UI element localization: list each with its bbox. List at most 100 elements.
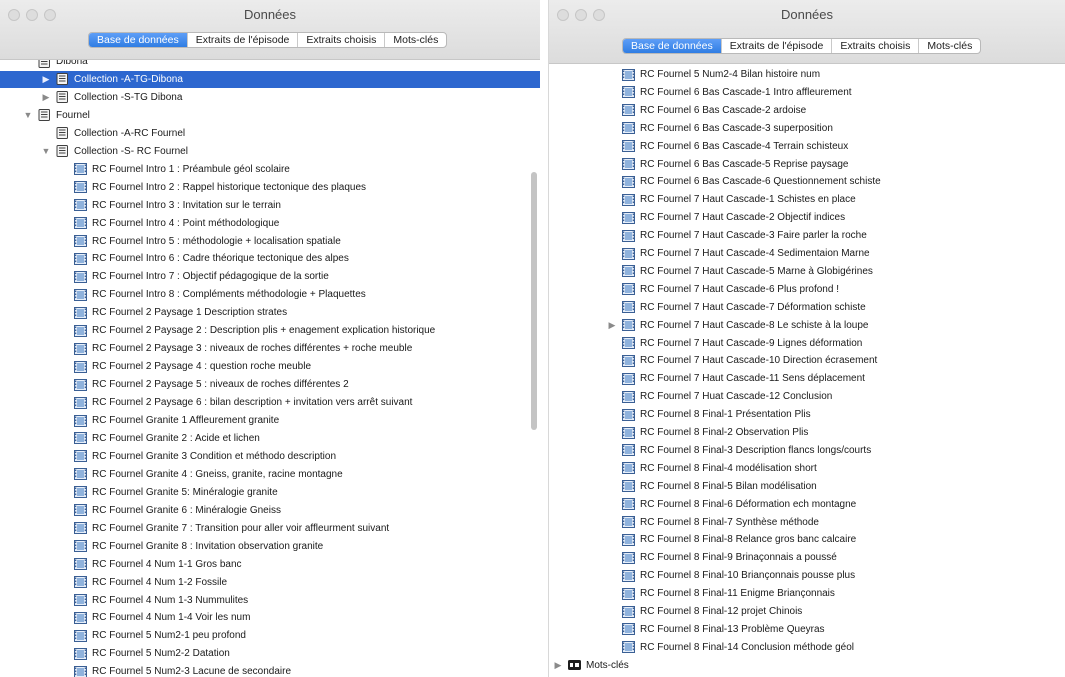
clip-row[interactable]: RC Fournel 7 Haut Cascade-11 Sens déplac… — [549, 370, 1065, 387]
scrollbar[interactable] — [531, 172, 537, 430]
clip-row[interactable]: RC Fournel 7 Haut Cascade-10 Direction é… — [549, 352, 1065, 369]
clip-row[interactable]: RC Fournel 8 Final-4 modélisation short — [549, 460, 1065, 477]
clip-row[interactable]: RC Fournel Intro 2 : Rappel historique t… — [0, 179, 540, 196]
row-label: RC Fournel 7 Haut Cascade-3 Faire parler… — [640, 230, 867, 242]
clip-row[interactable]: RC Fournel 8 Final-1 Présentation Plis — [549, 406, 1065, 423]
disclosure-expanded-icon[interactable]: ▼ — [22, 109, 34, 121]
clip-row[interactable]: RC Fournel 4 Num 1-3 Nummulites — [0, 592, 540, 609]
disclosure-collapsed-icon[interactable]: ▶ — [40, 73, 52, 85]
clip-row[interactable]: RC Fournel 8 Final-10 Briançonnais pouss… — [549, 567, 1065, 584]
clip-row[interactable]: RC Fournel 8 Final-13 Problème Queyras — [549, 621, 1065, 638]
clip-row[interactable]: RC Fournel 5 Num2-2 Datation — [0, 645, 540, 662]
clip-row[interactable]: RC Fournel Granite 5: Minéralogie granit… — [0, 484, 540, 501]
row-label: Collection -A-RC Fournel — [74, 127, 186, 139]
disclosure-collapsed-icon[interactable]: ▶ — [552, 659, 564, 671]
clip-row[interactable]: RC Fournel 2 Paysage 3 : niveaux de roch… — [0, 340, 540, 357]
tree-row-collection-s-rc-fournel[interactable]: ▼ Collection -S- RC Fournel — [0, 143, 540, 160]
clip-row[interactable]: RC Fournel 6 Bas Cascade-6 Questionnemen… — [549, 173, 1065, 190]
film-icon — [622, 569, 635, 582]
clip-row[interactable]: RC Fournel 6 Bas Cascade-4 Terrain schis… — [549, 138, 1065, 155]
tree-row-collection-s-tg-dibona[interactable]: ▶ Collection -S-TG Dibona — [0, 89, 540, 106]
database-outline[interactable]: Dibona ▶ Collection -A-TG-Dibona ▶ Collectio… — [0, 60, 540, 677]
tab-mots-cles[interactable]: Mots-clés — [919, 39, 980, 53]
clip-row[interactable]: RC Fournel Intro 3 : Invitation sur le t… — [0, 197, 540, 214]
tree-row-fournel[interactable]: ▼ Fournel — [0, 107, 540, 124]
row-label: RC Fournel 6 Bas Cascade-1 Intro affleur… — [640, 86, 852, 98]
clip-row[interactable]: RC Fournel 5 Num2-3 Lacune de secondaire — [0, 663, 540, 677]
clip-row[interactable]: RC Fournel 8 Final-12 projet Chinois — [549, 603, 1065, 620]
clip-row[interactable]: RC Fournel Granite 7 : Transition pour a… — [0, 520, 540, 537]
clip-row[interactable]: RC Fournel 8 Final-6 Déformation ech mon… — [549, 496, 1065, 513]
clip-row[interactable]: RC Fournel 8 Final-5 Bilan modélisation — [549, 478, 1065, 495]
clip-row[interactable]: RC Fournel 6 Bas Cascade-5 Reprise paysa… — [549, 156, 1065, 173]
clip-row[interactable]: RC Fournel 7 Haut Cascade-5 Marne à Glob… — [549, 263, 1065, 280]
clip-row[interactable]: RC Fournel 4 Num 1-4 Voir les num — [0, 609, 540, 626]
clip-row[interactable]: RC Fournel Granite 2 : Acide et lichen — [0, 430, 540, 447]
clip-row[interactable]: RC Fournel 6 Bas Cascade-2 ardoise — [549, 102, 1065, 119]
title-bar[interactable]: Données Base de données Extraits de l'épi… — [0, 0, 540, 60]
clip-row[interactable]: RC Fournel Intro 4 : Point méthodologiqu… — [0, 215, 540, 232]
clip-row[interactable]: RC Fournel Granite 6 : Minéralogie Gneis… — [0, 502, 540, 519]
clip-row[interactable]: RC Fournel 6 Bas Cascade-1 Intro affleur… — [549, 84, 1065, 101]
tab-mots-cles[interactable]: Mots-clés — [385, 33, 446, 47]
clip-row[interactable]: RC Fournel 2 Paysage 2 : Description pli… — [0, 322, 540, 339]
film-icon — [622, 283, 635, 296]
tab-base-de-donnees[interactable]: Base de données — [89, 33, 188, 47]
clip-row[interactable]: RC Fournel Granite 4 : Gneiss, granite, … — [0, 466, 540, 483]
tab-extraits-de-l-episode[interactable]: Extraits de l'épisode — [188, 33, 299, 47]
clip-row[interactable]: RC Fournel 4 Num 1-2 Fossile — [0, 574, 540, 591]
clip-row[interactable]: RC Fournel 7 Huat Cascade-12 Conclusion — [549, 388, 1065, 405]
tab-extraits-de-l-episode[interactable]: Extraits de l'épisode — [722, 39, 833, 53]
clip-row[interactable]: RC Fournel 2 Paysage 6 : bilan descripti… — [0, 394, 540, 411]
clip-row[interactable]: RC Fournel 7 Haut Cascade-6 Plus profond… — [549, 281, 1065, 298]
clip-row[interactable]: RC Fournel 2 Paysage 1 Description strat… — [0, 304, 540, 321]
clip-row[interactable]: RC Fournel 2 Paysage 4 : question roche … — [0, 358, 540, 375]
clip-row[interactable]: RC Fournel 2 Paysage 5 : niveaux de roch… — [0, 376, 540, 393]
clip-row[interactable]: RC Fournel Intro 7 : Objectif pédagogiqu… — [0, 268, 540, 285]
clip-row[interactable]: RC Fournel Intro 5 : méthodologie + loca… — [0, 233, 540, 250]
clip-row[interactable]: RC Fournel 8 Final-2 Observation Plis — [549, 424, 1065, 441]
title-bar[interactable]: Données Base de données Extraits de l'épi… — [549, 0, 1065, 64]
clip-row[interactable]: RC Fournel 5 Num2-1 peu profond — [0, 627, 540, 644]
clip-row[interactable]: ▶ RC Fournel 7 Haut Cascade-8 Le schiste … — [549, 317, 1065, 334]
clip-row[interactable]: RC Fournel 4 Num 1-1 Gros banc — [0, 556, 540, 573]
database-outline[interactable]: RC Fournel 5 Num2-4 Bilan histoire num RC… — [549, 64, 1065, 677]
row-label: RC Fournel 6 Bas Cascade-6 Questionnemen… — [640, 176, 881, 188]
clip-row[interactable]: RC Fournel 8 Final-8 Relance gros banc c… — [549, 531, 1065, 548]
clip-row[interactable]: RC Fournel 7 Haut Cascade-9 Lignes défor… — [549, 335, 1065, 352]
clip-row[interactable]: RC Fournel 8 Final-11 Enigme Briançonnai… — [549, 585, 1065, 602]
clip-row[interactable]: RC Fournel Granite 8 : Invitation observ… — [0, 538, 540, 555]
tab-extraits-choisis[interactable]: Extraits choisis — [832, 39, 920, 53]
clip-row[interactable]: RC Fournel 7 Haut Cascade-4 Sedimentaion… — [549, 245, 1065, 262]
clip-row[interactable]: RC Fournel 7 Haut Cascade-7 Déformation … — [549, 299, 1065, 316]
disclosure-collapsed-icon[interactable]: ▶ — [40, 91, 52, 103]
clip-row[interactable]: RC Fournel Granite 1 Affleurement granit… — [0, 412, 540, 429]
clip-row[interactable]: RC Fournel 8 Final-9 Brinaçonnais a pous… — [549, 549, 1065, 566]
clip-row[interactable]: RC Fournel 7 Haut Cascade-3 Faire parler… — [549, 227, 1065, 244]
clip-row[interactable]: RC Fournel 8 Final-7 Synthèse méthode — [549, 514, 1065, 531]
clip-row[interactable]: RC Fournel 6 Bas Cascade-3 superposition — [549, 120, 1065, 137]
clip-row[interactable]: RC Fournel Granite 3 Condition et méthod… — [0, 448, 540, 465]
clip-row[interactable]: RC Fournel Intro 8 : Compléments méthodo… — [0, 286, 540, 303]
tab-extraits-choisis[interactable]: Extraits choisis — [298, 33, 386, 47]
tree-row-collection-a-rc-fournel[interactable]: Collection -A-RC Fournel — [0, 125, 540, 142]
disclosure-expanded-icon[interactable]: ▼ — [40, 145, 52, 157]
clip-row[interactable]: RC Fournel Intro 1 : Préambule géol scol… — [0, 161, 540, 178]
tab-base-de-donnees[interactable]: Base de données — [623, 39, 722, 53]
film-icon — [622, 426, 635, 439]
tree-row-dibona[interactable]: Dibona — [0, 60, 540, 70]
clip-row[interactable]: RC Fournel 7 Haut Cascade-2 Objectif ind… — [549, 209, 1065, 226]
disclosure-collapsed-icon[interactable]: ▶ — [606, 319, 618, 331]
tree-row-collection-a-tg-dibona[interactable]: ▶ Collection -A-TG-Dibona — [0, 70, 540, 88]
clip-row[interactable]: RC Fournel Intro 6 : Cadre théorique tec… — [0, 250, 540, 267]
clip-row[interactable]: RC Fournel 8 Final-3 Description flancs … — [549, 442, 1065, 459]
clip-row[interactable]: RC Fournel 8 Final-14 Conclusion méthode… — [549, 639, 1065, 656]
view-tabs: Base de données Extraits de l'épisode Extr… — [622, 38, 982, 54]
clip-row[interactable]: RC Fournel 5 Num2-4 Bilan histoire num — [549, 66, 1065, 83]
tree-row-mots-cles[interactable]: ▶ Mots-clés — [549, 657, 1065, 674]
clip-row[interactable]: RC Fournel 7 Haut Cascade-1 Schistes en … — [549, 191, 1065, 208]
